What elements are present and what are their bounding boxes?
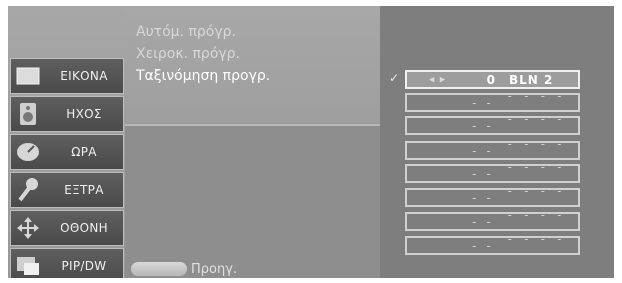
program-row[interactable]: - - - - - - - — [405, 112, 580, 140]
footer-bar: Προηγ. — [125, 260, 380, 278]
program-list: ✓ ◀ ▶ 0 BLN 2 - - - - - - - - - - - - - … — [380, 6, 614, 278]
sidebar-item-extra[interactable]: ΕΞΤΡΑ — [10, 172, 124, 208]
program-name: - - - - - — [506, 231, 564, 260]
sidebar-item-label: ΕΞΤΡΑ — [64, 183, 104, 197]
check-icon: ✓ — [389, 71, 400, 85]
program-name: BLN 2 — [509, 72, 554, 87]
program-number: - - — [470, 190, 493, 205]
sidebar-item-label: PIP/DW — [61, 259, 107, 273]
sidebar-item-label: ΕΙΚΟΝΑ — [60, 69, 108, 83]
extra-icon — [11, 173, 45, 207]
left-right-arrows-icon: ◀ ▶ — [428, 74, 446, 85]
sidebar-item-label: ΗΧΟΣ — [66, 107, 102, 121]
sidebar-item-label: ΩΡΑ — [71, 145, 97, 159]
program-number: - - — [470, 214, 493, 229]
sidebar-item-screen[interactable]: ΟΘΟΝΗ — [10, 210, 124, 246]
program-row[interactable]: - - - - - - - — [405, 89, 580, 117]
program-name: - - - - - — [506, 111, 564, 140]
menu-item-auto-program[interactable]: Αυτόμ. πρόγρ. — [136, 24, 236, 40]
clock-icon — [11, 135, 45, 169]
program-row[interactable]: - - - - - - - — [405, 184, 580, 212]
program-number: - - — [470, 118, 493, 133]
submenu-panel: Αυτόμ. πρόγρ. Χειροκ. πρόγρ. Ταξινόμηση … — [125, 6, 380, 278]
program-row[interactable]: - - - - - - - — [405, 160, 580, 188]
picture-icon — [11, 59, 45, 93]
sidebar: ΕΙΚΟΝΑ ΗΧΟΣ ΩΡΑ ΕΞΤΡΑ ΟΘΟΝΗ PIP/DW — [8, 6, 125, 278]
menu-item-program-sort[interactable]: Ταξινόμηση προγρ. — [136, 68, 270, 84]
sidebar-item-label: ΟΘΟΝΗ — [60, 221, 108, 235]
sidebar-item-picture[interactable]: ΕΙΚΟΝΑ — [10, 58, 124, 94]
program-number: - - — [470, 166, 493, 181]
program-row[interactable]: - - - - - - - — [405, 232, 580, 260]
speaker-icon — [11, 97, 45, 131]
back-button-icon[interactable] — [131, 262, 187, 276]
sidebar-item-pip[interactable]: PIP/DW — [10, 248, 124, 278]
submenu-list: Αυτόμ. πρόγρ. Χειροκ. πρόγρ. Ταξινόμηση … — [125, 6, 380, 123]
pip-icon — [11, 249, 45, 278]
sidebar-item-sound[interactable]: ΗΧΟΣ — [10, 96, 124, 132]
tv-osd-screen: ΕΙΚΟΝΑ ΗΧΟΣ ΩΡΑ ΕΞΤΡΑ ΟΘΟΝΗ PIP/DW Αυτόμ… — [8, 6, 614, 278]
program-row-selected[interactable]: ◀ ▶ 0 BLN 2 — [405, 70, 580, 89]
program-number: - - — [470, 143, 493, 158]
sidebar-item-time[interactable]: ΩΡΑ — [10, 134, 124, 170]
program-number: 0 — [486, 72, 495, 87]
move-icon — [11, 211, 45, 245]
program-number: - - — [470, 95, 493, 110]
program-row[interactable]: - - - - - - - — [405, 137, 580, 165]
back-label: Προηγ. — [191, 261, 238, 277]
menu-item-manual-program[interactable]: Χειροκ. πρόγρ. — [136, 46, 240, 62]
program-number: - - — [470, 238, 493, 253]
submenu-body — [125, 124, 380, 262]
program-row[interactable]: - - - - - - - — [405, 208, 580, 236]
